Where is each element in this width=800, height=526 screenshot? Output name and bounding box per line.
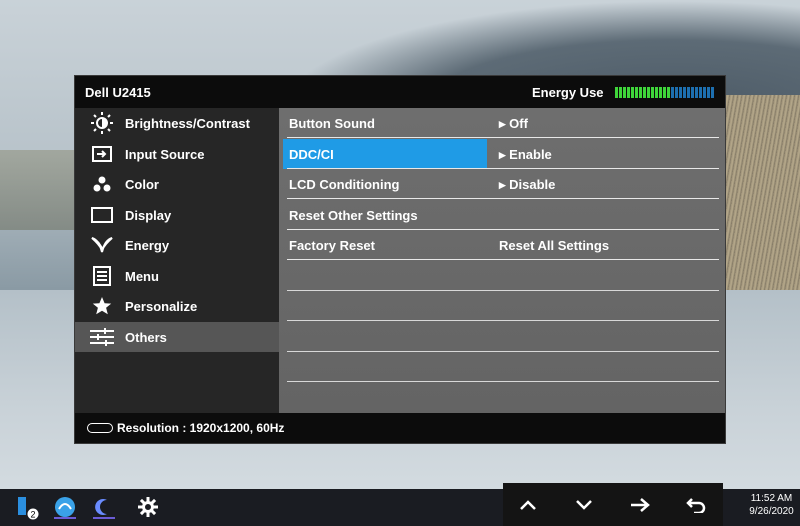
setting-value: ▸ Enable	[499, 147, 552, 162]
energy-meter-segment	[647, 87, 650, 98]
setting-row-lcd-conditioning[interactable]: LCD Conditioning ▸ Disable	[287, 169, 719, 199]
menu-icon	[89, 265, 115, 287]
setting-label: Button Sound	[289, 116, 375, 131]
energy-meter-segment	[679, 87, 682, 98]
energy-meter-segment	[627, 87, 630, 98]
setting-row-button-sound[interactable]: Button Sound ▸ Off	[287, 108, 719, 138]
background-reeds-right	[722, 95, 800, 290]
empty-row	[287, 322, 719, 352]
active-app-indicator	[54, 517, 76, 519]
up-arrow-button[interactable]	[513, 493, 543, 517]
clock-time: 11:52 AM	[750, 493, 793, 504]
energy-meter-segment	[639, 87, 642, 98]
energy-meter-segment	[615, 87, 618, 98]
setting-label: DDC/CI	[289, 147, 334, 162]
hdmi-port-icon	[87, 423, 113, 433]
row-divider	[287, 137, 719, 138]
sidebar-item-personalize[interactable]: Personalize	[75, 291, 279, 321]
osd-sidebar: Brightness/Contrast Input Source Color D…	[75, 108, 279, 413]
resolution-info: Resolution : 1920x1200, 60Hz	[117, 421, 285, 435]
setting-value: ▸ Off	[499, 116, 528, 131]
energy-meter-segment	[675, 87, 678, 98]
energy-meter-segment	[711, 87, 714, 98]
setting-label: Factory Reset	[289, 238, 375, 253]
sidebar-item-others[interactable]: Others	[75, 322, 279, 352]
sliders-icon	[89, 326, 115, 348]
osd-footer: Resolution : 1920x1200, 60Hz	[75, 413, 725, 443]
setting-label: LCD Conditioning	[289, 177, 400, 192]
settings-panel: Button Sound ▸ Off DDC/CI ▸ Enable LCD C…	[279, 108, 725, 413]
sidebar-item-brightness-contrast[interactable]: Brightness/Contrast	[75, 108, 279, 138]
energy-meter-segment	[663, 87, 666, 98]
gear-icon[interactable]	[133, 493, 163, 521]
empty-row	[287, 291, 719, 321]
brightness-icon	[89, 112, 115, 134]
energy-meter-segment	[703, 87, 706, 98]
energy-meter-segment	[695, 87, 698, 98]
energy-meter-segment	[707, 87, 710, 98]
sidebar-item-label: Display	[125, 207, 172, 223]
background-reeds-left	[0, 150, 80, 230]
file-explorer-icon[interactable]: 2	[12, 493, 42, 521]
night-mode-icon[interactable]	[89, 493, 119, 521]
energy-use-label: Energy Use	[532, 85, 604, 100]
energy-meter-segment	[683, 87, 686, 98]
energy-meter-segment	[655, 87, 658, 98]
energy-meter-segment	[651, 87, 654, 98]
system-clock[interactable]: 11:52 AM 9/26/2020	[743, 492, 800, 518]
clock-date: 9/26/2020	[749, 506, 794, 517]
energy-meter-segment	[691, 87, 694, 98]
sidebar-item-display[interactable]: Display	[75, 200, 279, 230]
sidebar-item-label: Color	[125, 176, 159, 192]
monitor-osd-menu: Dell U2415 Energy Use Brightness/Contras…	[74, 75, 726, 444]
osd-header: Dell U2415 Energy Use	[75, 76, 725, 108]
setting-row-reset-other-settings[interactable]: Reset Other Settings	[287, 200, 719, 230]
setting-value: ▸ Disable	[499, 177, 556, 192]
setting-label: Reset Other Settings	[289, 208, 418, 223]
energy-meter-segment	[667, 87, 670, 98]
active-app-indicator	[93, 517, 115, 519]
energy-meter-segment	[699, 87, 702, 98]
sidebar-item-label: Menu	[125, 268, 159, 284]
osd-navigation-panel	[503, 483, 723, 526]
energy-meter-segment	[687, 87, 690, 98]
setting-row-factory-reset[interactable]: Factory Reset Reset All Settings	[287, 230, 719, 260]
energy-meter-segment	[659, 87, 662, 98]
setting-row-ddc-ci[interactable]: DDC/CI ▸ Enable	[283, 139, 719, 169]
sidebar-item-energy[interactable]: Energy	[75, 230, 279, 260]
sidebar-item-label: Input Source	[125, 146, 205, 162]
down-arrow-button[interactable]	[569, 493, 599, 517]
energy-meter-segment	[635, 87, 638, 98]
energy-meter-segment	[643, 87, 646, 98]
monitor-model: Dell U2415	[85, 85, 151, 100]
row-divider	[287, 259, 719, 260]
row-divider	[287, 198, 719, 199]
energy-meter-segment	[671, 87, 674, 98]
empty-row	[287, 352, 719, 382]
sidebar-item-label: Energy	[125, 237, 170, 253]
setting-value: Reset All Settings	[499, 238, 610, 253]
color-icon	[89, 173, 115, 195]
sidebar-item-input-source[interactable]: Input Source	[75, 139, 279, 169]
sidebar-item-label: Brightness/Contrast	[125, 115, 250, 131]
right-arrow-button[interactable]	[625, 493, 655, 517]
empty-row	[287, 261, 719, 291]
sidebar-item-color[interactable]: Color	[75, 169, 279, 199]
sidebar-item-label: Personalize	[125, 298, 198, 314]
back-arrow-button[interactable]	[681, 493, 711, 517]
sidebar-item-label: Others	[125, 329, 167, 345]
energy-use-meter	[615, 87, 714, 98]
svg-text:2: 2	[30, 510, 35, 520]
energy-meter-segment	[623, 87, 626, 98]
input-source-icon	[89, 143, 115, 165]
energy-meter-segment	[619, 87, 622, 98]
display-icon	[89, 204, 115, 226]
energy-meter-segment	[631, 87, 634, 98]
app-circle-icon[interactable]	[50, 493, 80, 521]
energy-icon	[89, 234, 115, 256]
star-icon	[89, 295, 115, 317]
sidebar-item-menu[interactable]: Menu	[75, 261, 279, 291]
